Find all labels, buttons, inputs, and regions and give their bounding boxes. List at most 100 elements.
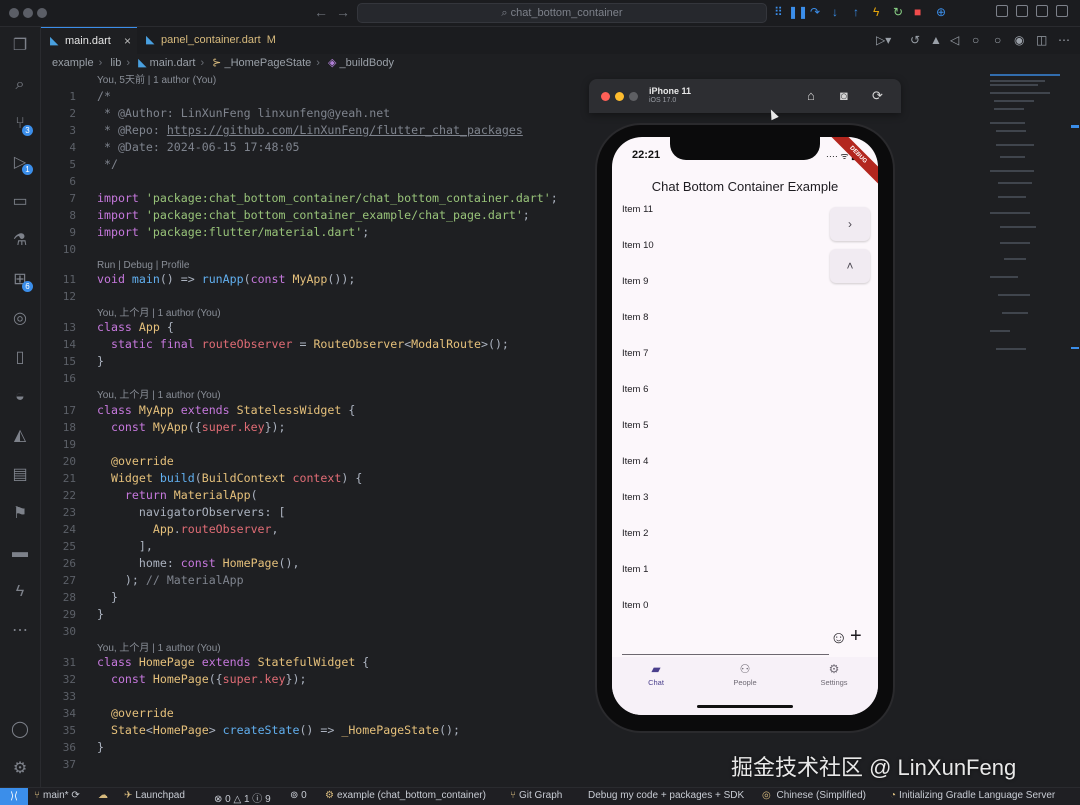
forward-button[interactable]: › <box>830 207 870 241</box>
git-graph-item[interactable]: ⑂ Git Graph <box>510 790 562 801</box>
panels-icon[interactable]: ▤ <box>10 465 30 485</box>
breadcrumb-item[interactable]: _buildBody <box>340 57 394 69</box>
step-out-icon[interactable]: ↑ <box>853 5 859 19</box>
simulator-minimize-button[interactable] <box>615 92 624 101</box>
breadcrumb-item[interactable]: _HomePageState <box>224 57 311 69</box>
tab-label: main.dart <box>65 35 111 47</box>
list-item[interactable]: Item 5 <box>622 420 648 431</box>
scroll-up-button[interactable]: ˄ <box>830 249 870 283</box>
list-item[interactable]: Item 7 <box>622 348 648 359</box>
toggle-secondary-sidebar-icon[interactable] <box>1036 5 1048 17</box>
stop-icon[interactable]: ■ <box>914 5 921 19</box>
repo-link[interactable]: https://github.com/LinXunFeng/flutter_ch… <box>167 123 523 137</box>
folder-icon[interactable]: ▬ <box>10 543 30 563</box>
debug-drag-handle-icon[interactable]: ⠿ <box>774 5 783 19</box>
class-icon: ⊱ <box>212 57 225 69</box>
close-tab-icon[interactable]: × <box>124 28 131 55</box>
devtools-search-icon[interactable]: ⊕ <box>936 5 946 19</box>
toggle-panel-icon[interactable] <box>1016 5 1028 17</box>
explorer-icon[interactable]: ❐ <box>10 36 30 56</box>
list-item[interactable]: Item 11 <box>622 204 653 215</box>
go-back-button[interactable]: ← <box>314 4 328 20</box>
command-center-search[interactable]: ⌕ chat_bottom_container <box>357 3 767 23</box>
list-item[interactable]: Item 1 <box>622 564 648 575</box>
step-over-icon[interactable]: ↷ <box>810 5 820 19</box>
code-line: 6 <box>69 175 76 188</box>
launchpad-item[interactable]: ✈ Launchpad <box>124 790 185 801</box>
list-item[interactable]: Item 2 <box>622 528 648 539</box>
simulator-zoom-button[interactable] <box>629 92 638 101</box>
nav-label: People <box>733 678 757 687</box>
close-window-button[interactable] <box>9 8 19 18</box>
home-icon[interactable]: ⌂ <box>807 88 815 103</box>
go-forward-button[interactable]: → <box>336 4 350 20</box>
list-item[interactable]: Item 0 <box>622 600 648 611</box>
circle-icon[interactable]: ○ <box>972 33 979 47</box>
run-debug-badge: 1 <box>22 164 33 175</box>
list-item[interactable]: Item 10 <box>622 240 654 251</box>
timeline-icon[interactable]: ↺ <box>910 33 920 47</box>
list-item[interactable]: Item 3 <box>622 492 648 503</box>
debug-mode-item[interactable]: Debug my code + packages + SDK <box>588 790 744 801</box>
minimize-window-button[interactable] <box>23 8 33 18</box>
search-icon[interactable]: ⌕ <box>10 75 30 95</box>
list-item[interactable]: Item 9 <box>622 276 648 287</box>
gradle-item[interactable]: ◔ Initializing Gradle Language Server <box>890 790 1055 801</box>
remote-indicator-icon[interactable]: ⟩⟨ <box>0 788 28 805</box>
minimap[interactable] <box>990 72 1070 392</box>
toggle-sidebar-icon[interactable] <box>996 5 1008 17</box>
customize-layout-icon[interactable] <box>1056 5 1068 17</box>
bookmark-icon[interactable]: ⚑ <box>10 504 30 524</box>
breadcrumb-item[interactable]: main.dart <box>150 57 196 69</box>
simulator-close-button[interactable] <box>601 92 610 101</box>
ports-item[interactable]: ⊚ 0 <box>290 790 307 801</box>
manage-gear-icon[interactable]: ⚙ <box>10 759 30 779</box>
go-to-previous-icon[interactable]: ◁ <box>950 33 959 47</box>
debug-session-item[interactable]: ⚙ example (chat_bottom_container) <box>325 790 486 801</box>
breadcrumb-item[interactable]: lib <box>110 57 121 69</box>
run-debug-dropdown-icon[interactable]: ▷▾ <box>876 33 891 47</box>
more-icon[interactable]: ⋯ <box>10 621 30 641</box>
pause-icon[interactable]: ❚❚ <box>788 5 808 19</box>
list-item[interactable]: Item 6 <box>622 384 648 395</box>
rotate-icon[interactable]: ⟳ <box>872 88 883 104</box>
remote-explorer-icon[interactable]: ▭ <box>10 192 30 212</box>
nav-item-chat[interactable]: ▰ Chat <box>626 661 686 687</box>
tab-panel-container-dart[interactable]: ◣ panel_container.dart M <box>137 27 285 54</box>
tab-main-dart[interactable]: ◣ main.dart × <box>41 27 137 54</box>
breadcrumb-item[interactable]: example <box>52 57 94 69</box>
problems-item[interactable]: ⊗ 0 △ 1 ⓘ 9 <box>214 790 271 805</box>
account-icon[interactable]: ◯ <box>10 720 30 740</box>
list-item[interactable]: Item 4 <box>622 456 648 467</box>
docker-icon[interactable]: ◒ <box>10 387 30 407</box>
circle-icon-2[interactable]: ○ <box>994 33 1001 47</box>
language-item[interactable]: ◎ Chinese (Simplified) <box>762 790 866 801</box>
flutter-devtools-icon[interactable]: ◉ <box>1014 33 1024 47</box>
zoom-window-button[interactable] <box>37 8 47 18</box>
nav-item-people[interactable]: ⚇ People <box>715 661 775 687</box>
screenshot-icon[interactable]: ◙ <box>840 88 848 103</box>
more-actions-icon[interactable]: ⋯ <box>1058 33 1070 47</box>
editor-tabs: ◣ main.dart × ◣ panel_container.dart M <box>41 27 1080 54</box>
step-into-icon[interactable]: ↓ <box>832 5 838 19</box>
split-editor-icon[interactable]: ◫ <box>1036 33 1047 47</box>
nav-item-settings[interactable]: ⚙ Settings <box>804 661 864 687</box>
notebook-icon[interactable]: ▯ <box>10 348 30 368</box>
code-editor[interactable]: You, 5天前 | 1 author (You) 1/* 2 * @Autho… <box>41 72 601 782</box>
codelens-blame[interactable]: You, 5天前 | 1 author (You) <box>97 72 216 89</box>
code-line: 10 <box>62 243 76 256</box>
restart-icon[interactable]: ↻ <box>893 5 903 19</box>
flutter-icon[interactable]: ◎ <box>10 309 30 329</box>
git-branch-item[interactable]: ⑂ main* ⟳ <box>34 790 80 801</box>
message-input[interactable] <box>622 627 829 655</box>
hot-reload-icon[interactable]: ϟ <box>873 5 879 19</box>
list-item[interactable]: Item 8 <box>622 312 648 323</box>
emoji-icon[interactable]: ☺ <box>830 628 847 648</box>
gitlab-icon[interactable]: ◭ <box>10 426 30 446</box>
activity-bar: ❐ ⌕ ⑂ 3 ▷ 1 ▭ ⚗ ⊞ 6 ◎ ▯ ◒ ◭ ▤ ⚑ ▬ ϟ ⋯ ◯ … <box>0 27 41 787</box>
add-icon[interactable]: + <box>850 625 862 648</box>
flutter-outline-icon[interactable]: ▲ <box>930 33 942 47</box>
git-sync-item[interactable]: ☁ <box>98 790 111 801</box>
testing-icon[interactable]: ⚗ <box>10 231 30 251</box>
lightning-icon[interactable]: ϟ <box>10 582 30 602</box>
